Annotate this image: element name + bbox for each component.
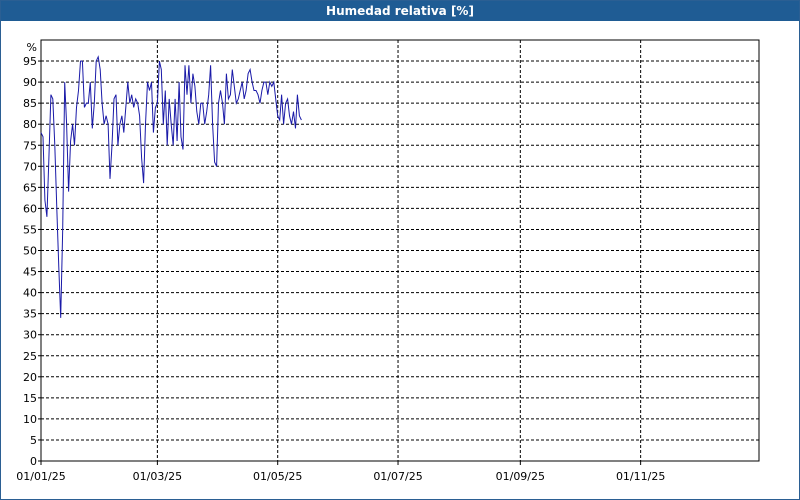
chart-canvas: 0 5 10 15 20 25 30 35 40 45 50 55 60 65 70 75 80 85 90 95 0… <box>16 39 760 483</box>
y-tick-label: 15 <box>23 392 37 405</box>
y-tick-label: 20 <box>23 371 37 384</box>
y-tick-label: 0 <box>30 455 37 468</box>
y-tick-label: 10 <box>23 413 37 426</box>
y-tick-label: 80 <box>23 118 37 131</box>
x-tick-label: 01/05/25 <box>253 470 302 483</box>
x-tick-label: 01/07/25 <box>373 470 422 483</box>
x-tick-label: 01/09/25 <box>496 470 545 483</box>
y-axis: 0 5 10 15 20 25 30 35 40 45 50 55 60 65 70 75 80 85 90 95 <box>23 55 41 468</box>
y-tick-label: 5 <box>30 434 37 447</box>
y-tick-label: 45 <box>23 266 37 279</box>
y-tick-label: 75 <box>23 139 37 152</box>
y-tick-label: 60 <box>23 202 37 215</box>
y-tick-label: 90 <box>23 76 37 89</box>
y-tick-label: 65 <box>23 181 37 194</box>
y-tick-label: 40 <box>23 287 37 300</box>
y-axis-label: % <box>27 41 37 54</box>
y-tick-label: 70 <box>23 160 37 173</box>
x-tick-label: 01/11/25 <box>616 470 665 483</box>
y-tick-label: 95 <box>23 55 37 68</box>
y-tick-label: 50 <box>23 245 37 258</box>
x-axis: 01/01/25 01/03/25 01/05/25 01/07/25 01/09/25… <box>16 461 665 483</box>
y-tick-label: 25 <box>23 350 37 363</box>
y-tick-label: 55 <box>23 223 37 236</box>
x-tick-label: 01/01/25 <box>16 470 65 483</box>
y-tick-label: 85 <box>23 97 37 110</box>
grid-lines <box>41 40 759 461</box>
y-tick-label: 35 <box>23 308 37 321</box>
chart-window: Humedad relativa [%] 0 5 10 15 20 25 30 35 40 45 5… <box>0 0 800 500</box>
x-tick-label: 01/03/25 <box>133 470 182 483</box>
y-tick-label: 30 <box>23 329 37 342</box>
